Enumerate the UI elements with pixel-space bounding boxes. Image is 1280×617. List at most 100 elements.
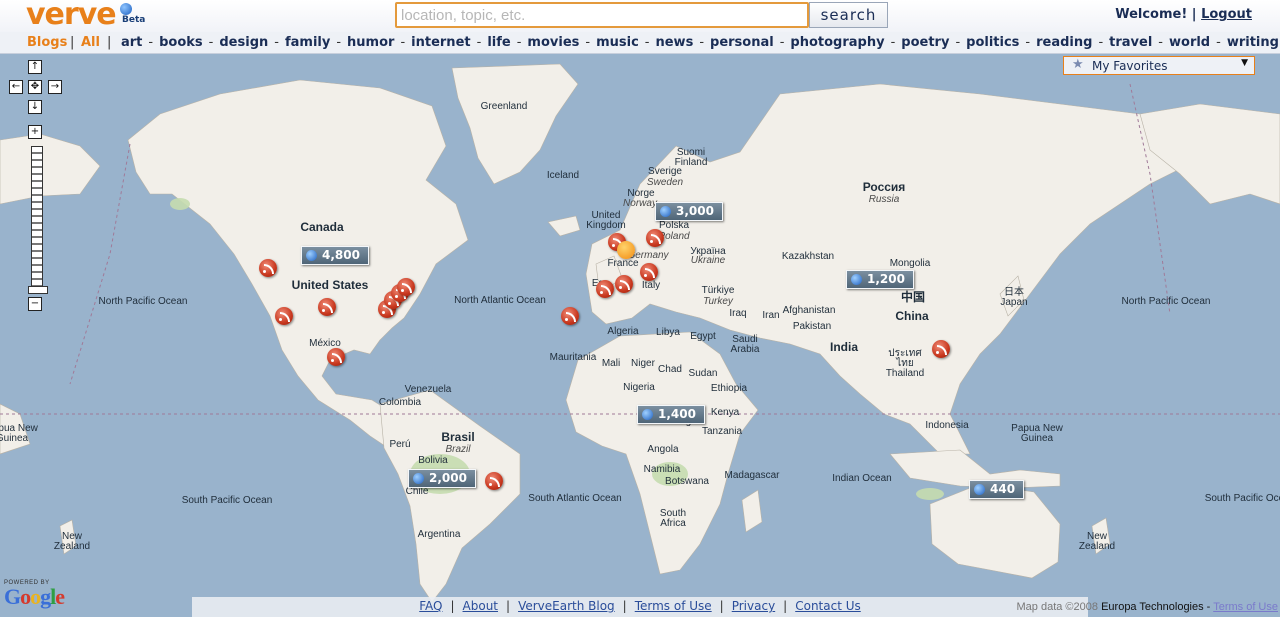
nav-category-label: reading [1036, 35, 1093, 50]
nav-dash: - [699, 35, 705, 50]
zoom-slider-thumb[interactable] [28, 286, 48, 295]
beta-label: Beta [122, 15, 146, 25]
footer-link-contact-us[interactable]: Contact Us [795, 599, 861, 613]
pan-right-button[interactable]: → [48, 80, 62, 94]
nav-category-travel[interactable]: travel - [1109, 35, 1169, 50]
place-label: Sudan [688, 368, 718, 379]
search-input[interactable] [395, 2, 809, 28]
rss-marker-icon[interactable] [327, 348, 345, 366]
nav-category-family[interactable]: family - [285, 35, 347, 50]
rss-marker-icon[interactable] [485, 472, 503, 490]
place-label: Niger [631, 358, 655, 369]
footer-separator: | [719, 599, 724, 613]
ocean-label: North Atlantic Ocean [454, 295, 546, 306]
rss-marker-icon[interactable] [397, 278, 415, 296]
nav-category-label: poetry [901, 35, 950, 50]
place-label: Venezuela [404, 384, 452, 395]
chevron-down-icon: ▼ [1241, 58, 1248, 68]
place-label: Argentina [417, 529, 461, 540]
place-label: 中国 [900, 290, 926, 304]
nav-category-life[interactable]: life - [487, 35, 527, 50]
logout-link[interactable]: Logout [1201, 7, 1252, 22]
search-button[interactable]: search [809, 2, 888, 28]
nav-category-label: personal [710, 35, 774, 50]
ocean-label: North Pacific Ocean [1121, 296, 1211, 307]
nav-category-movies[interactable]: movies - [527, 35, 596, 50]
nav-category-writing[interactable]: writing [1227, 35, 1279, 50]
welcome-separator: | [1191, 7, 1197, 22]
rss-marker-icon[interactable] [596, 280, 614, 298]
nav-category-personal[interactable]: personal - [710, 35, 790, 50]
place-label: Iceland [546, 170, 580, 181]
nav-dash: - [1098, 35, 1104, 50]
footer-link-privacy[interactable]: Privacy [732, 599, 775, 613]
world-map[interactable]: North Pacific Ocean North Atlantic Ocean N… [0, 54, 1280, 617]
nav-category-world[interactable]: world - [1169, 35, 1227, 50]
footer-link-verveearth-blog[interactable]: VerveEarth Blog [518, 599, 615, 613]
rss-marker-icon[interactable] [615, 275, 633, 293]
cluster-count: 440 [990, 482, 1016, 496]
cluster-marker[interactable]: 3,000 [655, 202, 723, 221]
pan-down-button[interactable]: ↓ [28, 100, 42, 114]
zoom-in-button[interactable]: + [28, 125, 42, 139]
place-label: Chad [658, 364, 682, 375]
nav-category-poetry[interactable]: poetry - [901, 35, 966, 50]
nav-category-label: politics [966, 35, 1020, 50]
nav-dash: - [1025, 35, 1031, 50]
favorites-dropdown[interactable]: ★ My Favorites ▼ [1063, 56, 1255, 75]
favorites-label: My Favorites [1092, 59, 1168, 73]
nav-separator: | [70, 35, 75, 50]
footer-link-faq[interactable]: FAQ [419, 599, 442, 613]
rss-marker-icon[interactable] [932, 340, 950, 358]
data-owner-text: Europa Technologies - [1101, 601, 1211, 613]
nav-category-news[interactable]: news - [655, 35, 710, 50]
star-icon: ★ [1072, 57, 1084, 72]
rss-marker-icon[interactable] [318, 298, 336, 316]
footer-link-about[interactable]: About [463, 599, 498, 613]
nav-category-politics[interactable]: politics - [966, 35, 1036, 50]
cluster-marker[interactable]: 440 [969, 480, 1025, 499]
nav-category-photography[interactable]: photography - [790, 35, 901, 50]
nav-all[interactable]: All [81, 35, 100, 50]
cluster-marker[interactable]: 4,800 [301, 246, 369, 265]
nav-blogs[interactable]: Blogs [27, 35, 67, 50]
cluster-marker[interactable]: 1,400 [637, 405, 705, 424]
terms-of-use-link[interactable]: Terms of Use [1213, 601, 1278, 613]
nav-category-reading[interactable]: reading - [1036, 35, 1109, 50]
nav-category-label: world [1169, 35, 1211, 50]
ocean-label: South Pacific Ocean [1204, 493, 1280, 504]
place-label: Brasil [441, 430, 475, 444]
category-nav: Blogs | All | art - books - design - family - hu… [0, 32, 1280, 54]
footer-separator: | [506, 599, 511, 613]
nav-category-humor[interactable]: humor - [347, 35, 411, 50]
cluster-marker[interactable]: 2,000 [408, 469, 476, 488]
cluster-marker[interactable]: 1,200 [846, 270, 914, 289]
nav-category-music[interactable]: music - [596, 35, 655, 50]
selected-marker-icon[interactable] [617, 241, 635, 259]
nav-category-label: photography [790, 35, 885, 50]
globe-icon [306, 250, 317, 261]
place-label: Colombia [378, 397, 422, 408]
rss-marker-icon[interactable] [646, 229, 664, 247]
pan-left-button[interactable]: ← [9, 80, 23, 94]
rss-marker-icon[interactable] [275, 307, 293, 325]
verve-logo[interactable]: verve Beta [26, 0, 145, 30]
footer-link-terms-of-use[interactable]: Terms of Use [635, 599, 712, 613]
rss-marker-icon[interactable] [640, 263, 658, 281]
nav-category-books[interactable]: books - [159, 35, 219, 50]
center-button[interactable]: ✥ [28, 80, 42, 94]
nav-category-design[interactable]: design - [219, 35, 285, 50]
nav-category-art[interactable]: art - [121, 35, 159, 50]
zoom-slider[interactable] [31, 146, 43, 294]
globe-icon [120, 3, 132, 15]
nav-category-label: movies [527, 35, 580, 50]
zoom-out-button[interactable]: − [28, 297, 42, 311]
footer-separator: | [783, 599, 788, 613]
nav-category-internet[interactable]: internet - [411, 35, 487, 50]
rss-marker-icon[interactable] [259, 259, 277, 277]
place-label: Mali [601, 358, 621, 369]
rss-marker-icon[interactable] [561, 307, 579, 325]
pan-up-button[interactable]: ↑ [28, 60, 42, 74]
place-label: Egypt [690, 331, 716, 342]
powered-by-google[interactable]: POWERED BY Google [4, 580, 65, 608]
